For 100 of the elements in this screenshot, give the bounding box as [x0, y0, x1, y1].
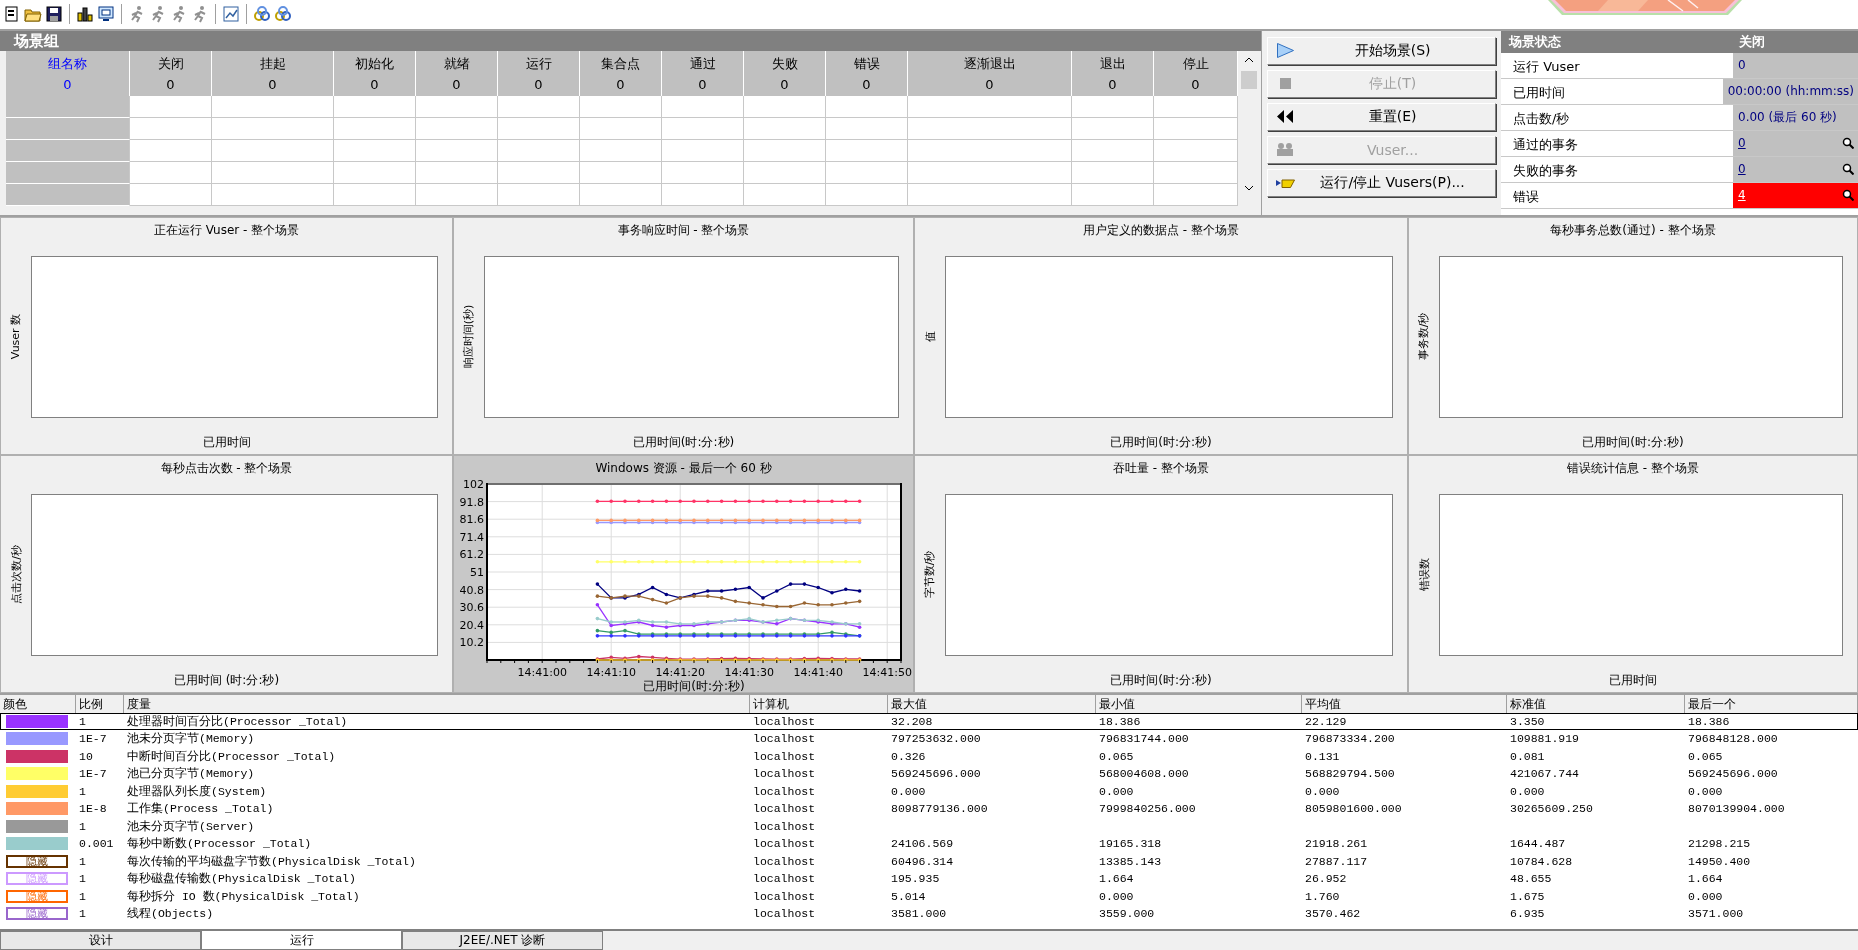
status-link[interactable]: 4 — [1738, 188, 1746, 203]
color-swatch[interactable] — [6, 837, 68, 851]
table-cell[interactable] — [1154, 139, 1238, 162]
color-swatch[interactable] — [6, 767, 68, 781]
table-cell[interactable] — [580, 161, 662, 184]
chart-window-icon[interactable] — [222, 5, 240, 24]
search-icon[interactable] — [1842, 189, 1854, 202]
table-cell[interactable] — [212, 117, 334, 140]
table-cell[interactable] — [744, 117, 826, 140]
color-swatch[interactable] — [6, 819, 68, 833]
table-cell[interactable] — [416, 139, 498, 162]
table-cell[interactable] — [662, 117, 744, 140]
legend-row[interactable]: 1 处理器时间百分比(Processor _Total) localhost 32.208 18.386 22.129 3.350 18.386 — [0, 712, 1858, 731]
table-cell[interactable] — [580, 95, 662, 118]
control-button[interactable]: 开始场景(S) — [1267, 36, 1496, 65]
table-cell[interactable] — [1072, 95, 1154, 118]
graph-panel[interactable]: 每秒点击次数 - 整个场景 点击次数/秒 已用时间 (时:分:秒) — [0, 454, 453, 693]
table-cell[interactable] — [1154, 117, 1238, 140]
search-icon[interactable] — [1842, 137, 1854, 150]
legend-row[interactable]: 1E-7 池未分页字节(Memory) localhost 797253632.000 796831744.000 796873334.200 109881.919 796848128.000 — [0, 730, 1858, 748]
column-header[interactable]: 比例 — [76, 694, 124, 714]
legend-row[interactable]: 1E-8 工作集(Process _Total) localhost 8098779136.000 7999840256.000 8059801600.000 30265609.250 8070139904.000 — [0, 800, 1858, 818]
row-header[interactable] — [6, 161, 130, 184]
table-cell[interactable] — [826, 139, 908, 162]
save-icon[interactable] — [45, 5, 63, 24]
tab[interactable]: 设计 — [0, 931, 201, 950]
graph-panel[interactable]: 每秒事务总数(通过) - 整个场景 事务数/秒 已用时间(时:分:秒) — [1408, 216, 1858, 455]
table-cell[interactable] — [908, 139, 1072, 162]
table-cell[interactable] — [744, 183, 826, 206]
tab[interactable]: 运行 — [201, 931, 402, 950]
color-swatch[interactable] — [6, 784, 68, 798]
table-cell[interactable] — [416, 161, 498, 184]
table-cell[interactable] — [662, 161, 744, 184]
legend-row[interactable]: 1 处理器队列长度(System) localhost 0.000 0.000 0.000 0.000 0.000 — [0, 782, 1858, 801]
search-icon[interactable] — [1842, 163, 1854, 176]
status-link[interactable]: 0 — [1738, 162, 1746, 177]
table-cell[interactable] — [580, 183, 662, 206]
table-cell[interactable] — [662, 95, 744, 118]
legend-row[interactable]: 1 池未分页字节(Server) localhost — [0, 817, 1858, 836]
graph-panel[interactable]: 事务响应时间 - 整个场景 响应时间(秒) 已用时间(时:分:秒) — [453, 216, 914, 455]
row-header[interactable] — [6, 95, 130, 118]
table-cell[interactable] — [908, 183, 1072, 206]
bar-chart-icon[interactable] — [76, 5, 94, 24]
graph-panel[interactable]: Windows 资源 - 最后一个 60 秒 10.2 20.4 30.6 40.8 51 61.2 71.4 81.6 91.8 102 14:41:00 14:41:10 14:41:20 14:41:30 14:41:40 14:41:50 已用时间(时:分:秒) — [453, 454, 914, 693]
graph-panel[interactable]: 错误统计信息 - 整个场景 错误数 已用时间 — [1408, 454, 1858, 693]
table-cell[interactable] — [212, 95, 334, 118]
table-cell[interactable] — [334, 139, 416, 162]
table-cell[interactable] — [1072, 117, 1154, 140]
table-cell[interactable] — [498, 117, 580, 140]
new-file-icon[interactable] — [3, 5, 21, 24]
table-cell[interactable] — [580, 139, 662, 162]
table-cell[interactable] — [130, 95, 212, 118]
table-cell[interactable] — [212, 161, 334, 184]
table-cell[interactable] — [744, 95, 826, 118]
table-cell[interactable] — [334, 183, 416, 206]
graph-panel[interactable]: 用户定义的数据点 - 整个场景 值 已用时间(时:分:秒) — [914, 216, 1408, 455]
table-cell[interactable] — [498, 139, 580, 162]
column-header[interactable]: 最小值 — [1096, 694, 1302, 714]
table-cell[interactable] — [1072, 161, 1154, 184]
table-cell[interactable] — [826, 183, 908, 206]
row-header[interactable] — [6, 139, 130, 162]
table-cell[interactable] — [498, 183, 580, 206]
table-cell[interactable] — [908, 117, 1072, 140]
table-cell[interactable] — [334, 95, 416, 118]
graph-panel[interactable]: 吞吐量 - 整个场景 字节数/秒 已用时间(时:分:秒) — [914, 454, 1408, 693]
row-header[interactable] — [6, 183, 130, 206]
column-header[interactable]: 最大值 — [888, 694, 1096, 714]
tab[interactable]: J2EE/.NET 诊断 — [402, 931, 603, 950]
linked-rings-icon[interactable] — [253, 5, 271, 24]
table-cell[interactable] — [908, 161, 1072, 184]
table-cell[interactable] — [416, 183, 498, 206]
monitor-icon[interactable] — [97, 5, 115, 24]
table-cell[interactable] — [1154, 161, 1238, 184]
color-swatch[interactable] — [6, 802, 68, 816]
table-cell[interactable] — [826, 95, 908, 118]
table-cell[interactable] — [212, 183, 334, 206]
table-cell[interactable] — [1072, 183, 1154, 206]
table-cell[interactable] — [744, 139, 826, 162]
table-cell[interactable] — [416, 95, 498, 118]
table-cell[interactable] — [1072, 139, 1154, 162]
table-cell[interactable] — [498, 95, 580, 118]
table-cell[interactable] — [212, 139, 334, 162]
column-header[interactable]: 度量 — [124, 694, 750, 714]
status-link[interactable]: 0 — [1738, 136, 1746, 151]
color-swatch[interactable] — [6, 714, 68, 728]
table-cell[interactable] — [130, 139, 212, 162]
table-cell[interactable] — [1154, 183, 1238, 206]
column-header[interactable]: 计算机 — [750, 694, 888, 714]
table-cell[interactable] — [334, 117, 416, 140]
table-cell[interactable] — [498, 161, 580, 184]
column-header[interactable]: 平均值 — [1302, 694, 1507, 714]
color-swatch[interactable] — [6, 749, 68, 763]
table-cell[interactable] — [580, 117, 662, 140]
legend-row[interactable]: 1E-7 池已分页字节(Memory) localhost 569245696.000 568004608.000 568829794.500 421067.744 569245696.000 — [0, 765, 1858, 783]
table-cell[interactable] — [826, 117, 908, 140]
row-header[interactable] — [6, 117, 130, 140]
table-cell[interactable] — [416, 117, 498, 140]
column-header[interactable]: 最后一个 — [1685, 694, 1858, 714]
table-cell[interactable] — [130, 183, 212, 206]
linked-rings-icon[interactable] — [274, 5, 292, 24]
